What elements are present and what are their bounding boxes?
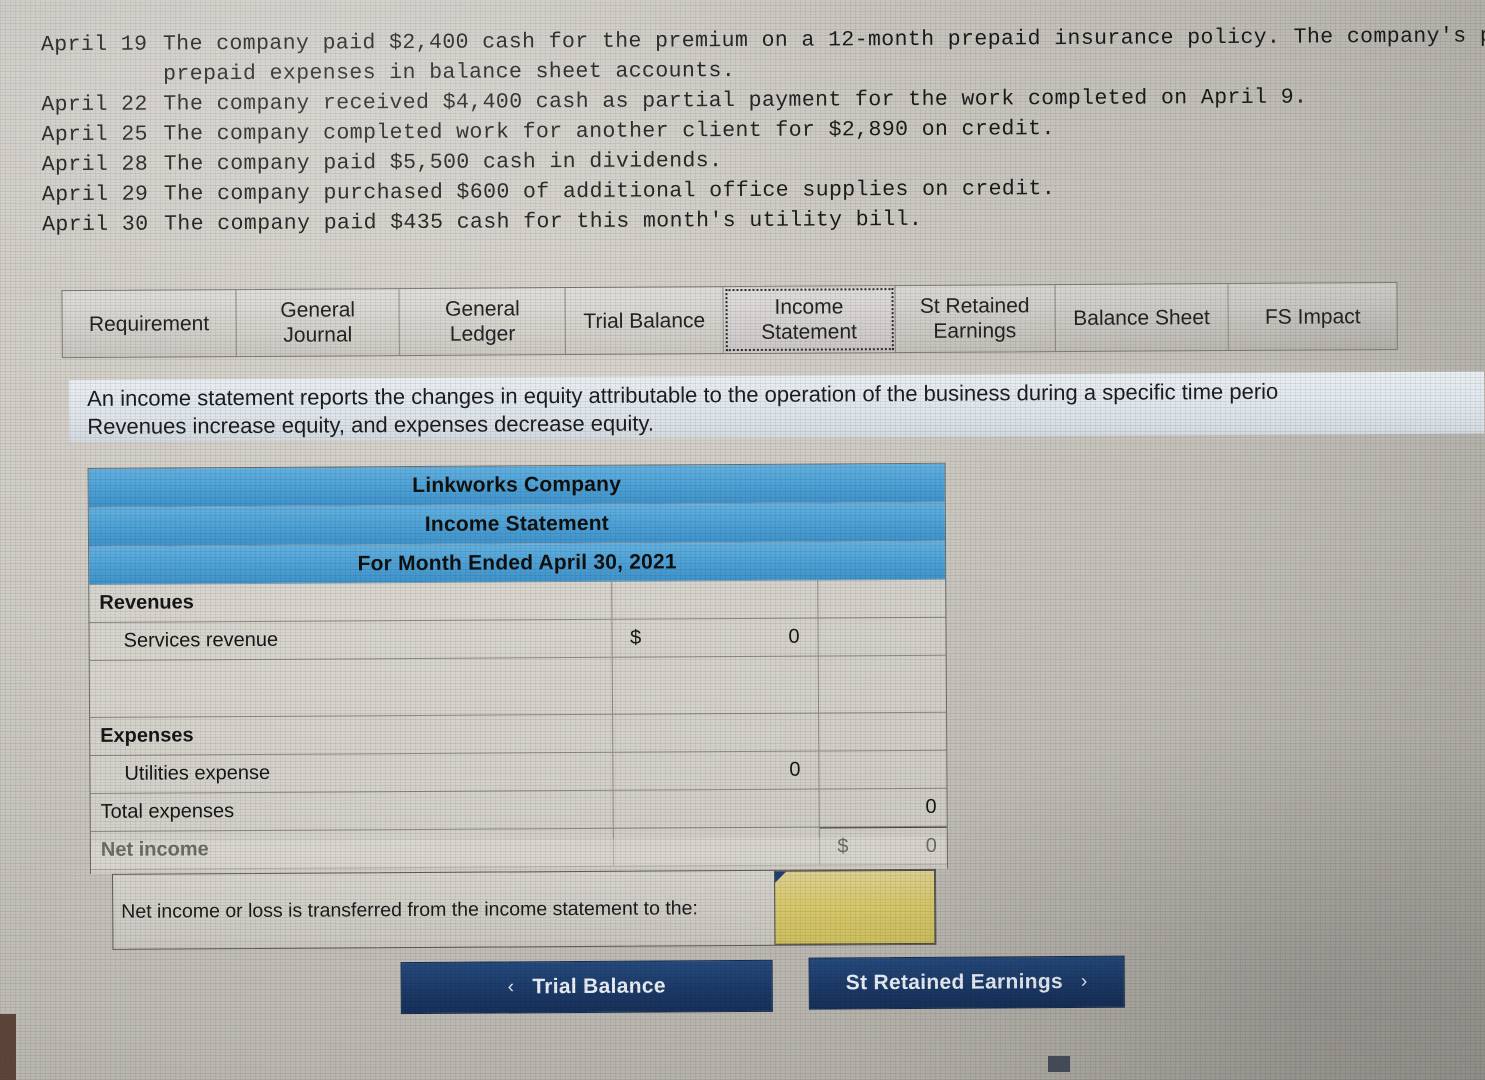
statement-amount-col2 <box>865 751 946 788</box>
transaction-description: The company paid $435 cash for this mont… <box>163 207 923 237</box>
statement-period: For Month Ended April 30, 2021 <box>89 541 946 585</box>
transaction-date: April 29 <box>41 182 149 208</box>
tab-label-line-1: General <box>280 298 356 322</box>
statement-amount-col1 <box>659 789 820 828</box>
statement-currency-symbol-col2 <box>818 618 864 655</box>
transaction-date: April 25 <box>41 122 149 148</box>
tab-label-line-2: Ledger <box>449 322 516 346</box>
statement-row-label: Expenses <box>90 714 614 755</box>
statement-amount-col2 <box>865 713 946 750</box>
statement-row-label: Utilities expense <box>90 752 614 793</box>
statement-row <box>89 655 947 718</box>
statement-currency-symbol-col2 <box>819 713 865 750</box>
tab-general-ledger[interactable]: General Ledger <box>399 288 567 356</box>
photo-edge-artifact <box>0 1014 16 1080</box>
transaction-date: April 19 <box>40 32 148 58</box>
chevron-left-icon: ‹ <box>507 976 515 998</box>
tab-label-line-1: FS Impact <box>1264 304 1361 329</box>
tab-label-line-1: Trial Balance <box>583 308 706 333</box>
transfer-answer-dropdown[interactable] <box>774 869 936 945</box>
statement-row-label <box>89 657 614 717</box>
tab-balance-sheet[interactable]: Balance Sheet <box>1054 284 1230 352</box>
statement-currency-symbol-col2 <box>818 580 864 617</box>
statement-currency-symbol-col2 <box>820 789 866 826</box>
tab-label-line-1: General <box>445 297 520 321</box>
statement-bottom-spacer <box>89 836 949 874</box>
next-st-retained-earnings-button[interactable]: St Retained Earnings › <box>808 955 1125 1010</box>
transfer-question-label: Net income or loss is transferred from t… <box>121 896 698 923</box>
worksheet-content: April 19 The company paid $2,400 cash for… <box>0 0 1485 1080</box>
statement-rows: Revenues Services revenue $0 Expenses Utilit… <box>89 579 947 870</box>
statement-currency-symbol-col1 <box>614 791 660 828</box>
statement-currency-symbol-col1 <box>613 753 659 790</box>
tab-requirement[interactable]: Requirement <box>62 290 237 358</box>
prev-trial-balance-button[interactable]: ‹ Trial Balance <box>400 959 773 1015</box>
transfer-question-row: Net income or loss is transferred from t… <box>112 868 937 950</box>
statement-row: Total expenses 0 <box>90 788 947 832</box>
statement-title: Income Statement <box>88 502 946 547</box>
statement-amount-col2 <box>864 618 945 655</box>
statement-row-label: Services revenue <box>89 619 613 660</box>
statement-amount-col1: 0 <box>658 618 819 657</box>
tab-label-line-1: St Retained <box>919 294 1030 318</box>
statement-amount-col2: 0 <box>925 795 937 818</box>
transaction-description: The company paid $5,500 cash in dividend… <box>163 149 723 177</box>
next-button-label: St Retained Earnings <box>845 970 1064 995</box>
tab-trial-balance[interactable]: Trial Balance <box>565 287 724 355</box>
tab-st-retained-earnings[interactable]: St Retained Earnings <box>895 285 1056 353</box>
tab-label-line-1: Income <box>774 295 844 319</box>
worksheet-tab-bar[interactable]: Requirement General Journal General Ledger Tr… <box>61 281 1398 359</box>
statement-row: Utilities expense 0 <box>90 750 947 794</box>
tab-label-line-2: Statement <box>761 320 858 344</box>
transaction-description: The company completed work for another c… <box>163 117 1055 147</box>
transaction-date: April 22 <box>41 92 148 118</box>
statement-amount-col1 <box>659 713 820 752</box>
statement-currency-symbol-col2 <box>819 751 865 788</box>
tab-general-journal[interactable]: General Journal <box>236 289 401 357</box>
tab-label-line-2: Earnings <box>933 319 1017 343</box>
transaction-date: April 28 <box>41 152 149 178</box>
transaction-description: The company received $4,400 cash as part… <box>163 85 1308 117</box>
tab-fs-impact[interactable]: FS Impact <box>1229 283 1397 350</box>
prev-button-label: Trial Balance <box>532 974 666 999</box>
transaction-date: April 30 <box>41 212 149 238</box>
tab-label-line-1: Requirement <box>88 311 210 336</box>
instruction-panel: An income statement reports the changes … <box>69 371 1485 443</box>
statement-amount-col1 <box>658 580 819 619</box>
transaction-list: April 19 The company paid $2,400 cash for… <box>41 21 1485 240</box>
statement-currency-symbol-col1: $ <box>629 626 642 649</box>
statement-row-label: Revenues <box>89 581 613 622</box>
photo-bottom-artifact <box>1048 1056 1070 1072</box>
transaction-description: The company paid $2,400 cash for the pre… <box>162 24 1485 57</box>
statement-amount-col2 <box>865 656 946 712</box>
tab-label-line-1: Balance Sheet <box>1073 305 1210 330</box>
statement-company-name: Linkworks Company <box>88 463 945 508</box>
income-statement-table: Linkworks Company Income Statement For M… <box>87 462 948 870</box>
statement-row-label: Total expenses <box>90 790 614 831</box>
tab-income-statement[interactable]: Income Statement <box>723 286 896 354</box>
statement-currency-symbol-col1 <box>612 582 658 619</box>
statement-currency-symbol-col2 <box>819 656 865 712</box>
statement-currency-symbol-col1 <box>613 715 659 752</box>
statement-amount-col2 <box>864 580 945 617</box>
statement-currency-symbol-col1 <box>613 658 659 714</box>
statement-row: Revenues <box>89 579 946 623</box>
chevron-right-icon: › <box>1080 970 1088 992</box>
cell-marker-icon <box>775 871 787 883</box>
statement-row: Services revenue $0 <box>89 617 946 661</box>
tab-label-line-2: Journal <box>283 323 353 347</box>
statement-row: Expenses <box>90 712 947 756</box>
statement-amount-col1 <box>658 656 820 714</box>
statement-amount-col1: 0 <box>659 751 820 790</box>
transaction-description: The company purchased $600 of additional… <box>163 177 1056 207</box>
